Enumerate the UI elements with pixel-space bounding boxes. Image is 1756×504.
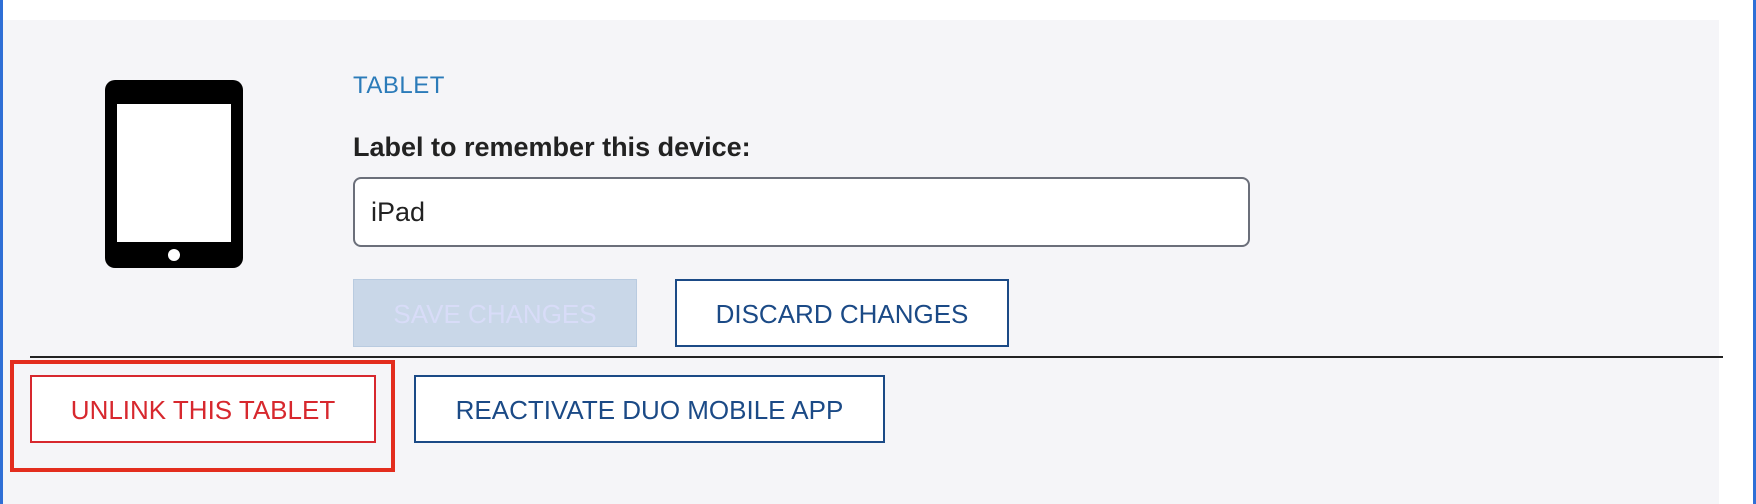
device-settings-frame: TABLET Label to remember this device: SA… bbox=[0, 0, 1756, 504]
device-label-heading: Label to remember this device: bbox=[353, 132, 751, 162]
tablet-icon bbox=[105, 80, 243, 268]
device-type-label: TABLET bbox=[353, 72, 445, 99]
section-divider bbox=[30, 356, 1723, 358]
save-changes-button[interactable]: SAVE CHANGES bbox=[353, 279, 637, 347]
discard-changes-button[interactable]: DISCARD CHANGES bbox=[675, 279, 1009, 347]
device-label-input[interactable] bbox=[353, 177, 1250, 247]
unlink-highlight-box bbox=[10, 360, 395, 472]
reactivate-duo-mobile-button[interactable]: REACTIVATE DUO MOBILE APP bbox=[414, 375, 885, 443]
